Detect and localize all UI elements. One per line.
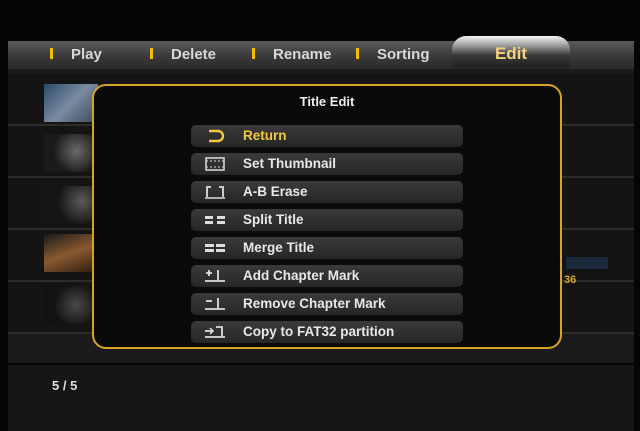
menu-sorting[interactable]: Sorting bbox=[356, 41, 430, 69]
title-thumbnail bbox=[44, 186, 98, 224]
option-label: Return bbox=[243, 128, 287, 143]
option-label: Set Thumbnail bbox=[243, 156, 337, 171]
add-chapter-icon bbox=[203, 267, 227, 285]
title-thumbnail bbox=[44, 234, 98, 272]
list-highlight-block bbox=[566, 257, 608, 269]
menu-play[interactable]: Play bbox=[50, 41, 102, 69]
option-label: Copy to FAT32 partition bbox=[243, 324, 395, 339]
copy-partition-icon bbox=[203, 323, 227, 341]
option-label: Merge Title bbox=[243, 240, 315, 255]
option-label: Remove Chapter Mark bbox=[243, 296, 386, 311]
menu-rename-label: Rename bbox=[273, 46, 332, 63]
menu-separator bbox=[150, 48, 153, 60]
title-thumbnail bbox=[44, 134, 98, 172]
menu-delete-label: Delete bbox=[171, 46, 217, 63]
option-ab-erase[interactable]: A-B Erase bbox=[191, 181, 463, 203]
dialog-title: Title Edit bbox=[299, 94, 355, 109]
menu-delete[interactable]: Delete bbox=[150, 41, 216, 69]
option-label: Split Title bbox=[243, 212, 304, 227]
filmstrip-icon bbox=[203, 155, 227, 173]
menu-separator bbox=[50, 48, 53, 60]
option-split-title[interactable]: Split Title bbox=[191, 209, 463, 231]
menu-play-label: Play bbox=[71, 46, 102, 63]
option-remove-chapter-mark[interactable]: Remove Chapter Mark bbox=[191, 293, 463, 315]
status-bar bbox=[8, 365, 634, 431]
option-label: Add Chapter Mark bbox=[243, 268, 360, 283]
menu-separator bbox=[356, 48, 359, 60]
menu-separator bbox=[252, 48, 255, 60]
option-copy-to-fat32[interactable]: Copy to FAT32 partition bbox=[191, 321, 463, 343]
option-label: A-B Erase bbox=[243, 184, 308, 199]
option-set-thumbnail[interactable]: Set Thumbnail bbox=[191, 153, 463, 175]
list-right-text: 36 bbox=[564, 274, 577, 286]
ab-erase-icon bbox=[203, 183, 227, 201]
title-edit-dialog: Title Edit Return Set Thumbnail A-B Eras… bbox=[92, 84, 562, 349]
option-add-chapter-mark[interactable]: Add Chapter Mark bbox=[191, 265, 463, 287]
option-return[interactable]: Return bbox=[191, 125, 463, 147]
page-count: 5 / 5 bbox=[52, 378, 78, 393]
option-merge-title[interactable]: Merge Title bbox=[191, 237, 463, 259]
menu-sorting-label: Sorting bbox=[377, 46, 430, 63]
merge-icon bbox=[203, 239, 227, 257]
menu-rename[interactable]: Rename bbox=[252, 41, 331, 69]
remove-chapter-icon bbox=[203, 295, 227, 313]
split-icon bbox=[203, 211, 227, 229]
return-icon bbox=[203, 127, 227, 145]
menu-edit-label[interactable]: Edit bbox=[452, 40, 570, 68]
screen: 36 Play Delete Rename Sorting Edit 5 / 5… bbox=[0, 0, 640, 431]
title-thumbnail bbox=[44, 286, 98, 324]
title-thumbnail bbox=[44, 84, 98, 122]
